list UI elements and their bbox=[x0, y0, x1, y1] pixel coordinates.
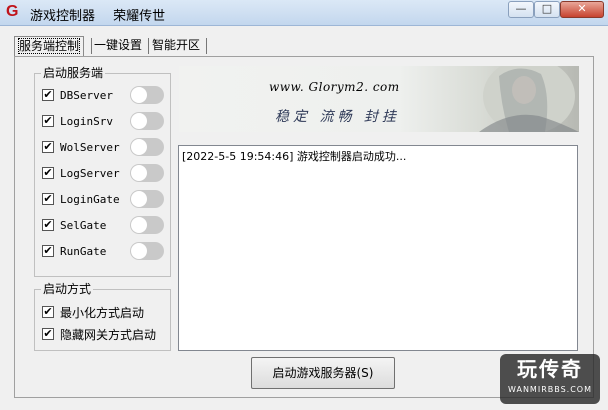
maximize-button[interactable]: □ bbox=[534, 1, 560, 18]
app-subtitle: 荣耀传世 bbox=[113, 9, 166, 24]
app-name: 游戏控制器 bbox=[30, 9, 96, 24]
server-label: WolServer bbox=[60, 140, 120, 154]
toggle-dbserver[interactable] bbox=[130, 86, 164, 104]
server-label: LogServer bbox=[60, 166, 120, 180]
start-mode-group-title: 启动方式 bbox=[41, 282, 94, 296]
server-label: LoginSrv bbox=[60, 114, 113, 128]
site-watermark: 玩传奇 WANMIRBBS.COM bbox=[500, 354, 600, 404]
server-label: LoginGate bbox=[60, 192, 120, 206]
server-label: SelGate bbox=[60, 218, 107, 232]
checkbox-label: 最小化方式启动 bbox=[60, 305, 145, 320]
toggle-knob bbox=[131, 165, 147, 181]
checkbox[interactable]: ✔ bbox=[42, 328, 54, 340]
watermark-logo-text: 玩传奇 bbox=[517, 357, 583, 381]
close-button[interactable]: ✕ bbox=[560, 1, 604, 18]
banner-slogan: 稳定 流畅 封挂 bbox=[275, 109, 400, 125]
app-logo-icon: G bbox=[6, 3, 19, 20]
minimize-button[interactable]: — bbox=[508, 1, 534, 18]
checkbox[interactable]: ✔ bbox=[42, 245, 54, 257]
checkbox[interactable]: ✔ bbox=[42, 141, 54, 153]
toggle-loginsrv[interactable] bbox=[130, 112, 164, 130]
toggle-logingate[interactable] bbox=[130, 190, 164, 208]
checkbox[interactable]: ✔ bbox=[42, 219, 54, 231]
servers-group: 启动服务端 ✔ DBServer ✔ LoginSrv ✔ WolServer … bbox=[34, 66, 171, 277]
server-label: RunGate bbox=[60, 244, 107, 258]
toggle-wolserver[interactable] bbox=[130, 138, 164, 156]
toggle-knob bbox=[131, 87, 147, 103]
tab-server-control[interactable]: 服务端控制 bbox=[14, 36, 85, 57]
server-label: DBServer bbox=[60, 88, 113, 102]
server-checkbox-logingate[interactable]: ✔ LoginGate bbox=[42, 190, 120, 208]
toggle-knob bbox=[131, 243, 147, 259]
promo-banner: www. Glorym2. com 稳定 流畅 封挂 bbox=[179, 66, 579, 132]
toggle-selgate[interactable] bbox=[130, 216, 164, 234]
toggle-knob bbox=[131, 191, 147, 207]
start-game-server-button[interactable]: 启动游戏服务器(S) bbox=[251, 357, 395, 389]
server-checkbox-dbserver[interactable]: ✔ DBServer bbox=[42, 86, 113, 104]
toggle-knob bbox=[131, 113, 147, 129]
banner-url: www. Glorym2. com bbox=[269, 80, 400, 94]
checkbox[interactable]: ✔ bbox=[42, 89, 54, 101]
toggle-knob bbox=[131, 217, 147, 233]
checkbox[interactable]: ✔ bbox=[42, 193, 54, 205]
server-checkbox-loginsrv[interactable]: ✔ LoginSrv bbox=[42, 112, 113, 130]
toggle-logserver[interactable] bbox=[130, 164, 164, 182]
tab-separator bbox=[206, 38, 207, 54]
checkbox-hidden-gate-start[interactable]: ✔ 隐藏网关方式启动 bbox=[42, 325, 156, 343]
checkbox[interactable]: ✔ bbox=[42, 115, 54, 127]
start-mode-group: 启动方式 ✔ 最小化方式启动 ✔ 隐藏网关方式启动 bbox=[34, 282, 171, 351]
title-bar: G 游戏控制器 荣耀传世 — □ ✕ bbox=[0, 0, 608, 26]
log-output[interactable]: [2022-5-5 19:54:46] 游戏控制器启动成功... bbox=[178, 145, 578, 351]
toggle-rungate[interactable] bbox=[130, 242, 164, 260]
checkbox[interactable]: ✔ bbox=[42, 167, 54, 179]
checkbox[interactable]: ✔ bbox=[42, 306, 54, 318]
tab-smart-open-zone[interactable]: 智能开区 bbox=[148, 36, 204, 55]
log-line: [2022-5-5 19:54:46] 游戏控制器启动成功... bbox=[182, 150, 407, 163]
servers-group-title: 启动服务端 bbox=[41, 66, 106, 80]
server-checkbox-selgate[interactable]: ✔ SelGate bbox=[42, 216, 106, 234]
server-checkbox-wolserver[interactable]: ✔ WolServer bbox=[42, 138, 120, 156]
server-control-panel: 启动服务端 ✔ DBServer ✔ LoginSrv ✔ WolServer … bbox=[14, 56, 594, 398]
toggle-knob bbox=[131, 139, 147, 155]
window-title: 游戏控制器 荣耀传世 bbox=[30, 5, 179, 24]
server-checkbox-logserver[interactable]: ✔ LogServer bbox=[42, 164, 120, 182]
checkbox-label: 隐藏网关方式启动 bbox=[60, 327, 157, 342]
tab-one-click-setup[interactable]: 一键设置 bbox=[90, 36, 146, 55]
checkbox-minimized-start[interactable]: ✔ 最小化方式启动 bbox=[42, 303, 144, 321]
server-checkbox-rungate[interactable]: ✔ RunGate bbox=[42, 242, 106, 260]
watermark-url: WANMIRBBS.COM bbox=[508, 385, 592, 394]
